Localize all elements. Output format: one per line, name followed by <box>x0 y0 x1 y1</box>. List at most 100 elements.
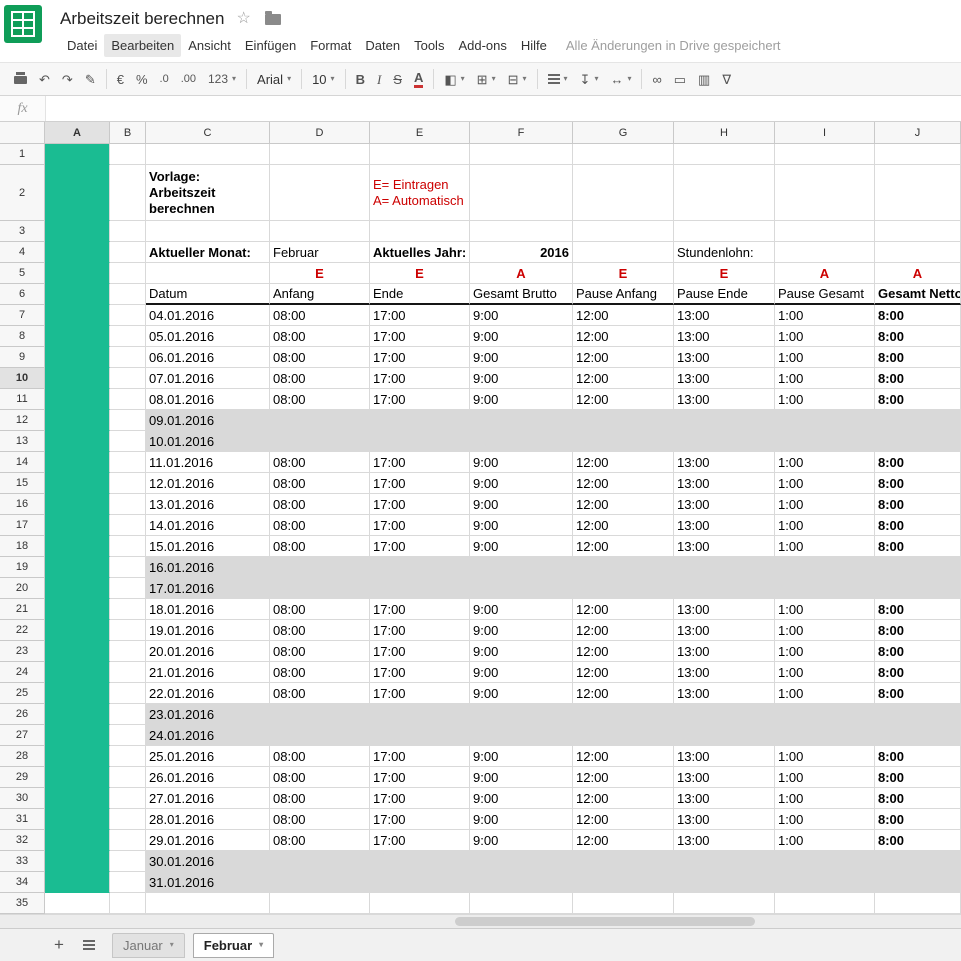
cell-I22[interactable]: 1:00 <box>775 620 875 641</box>
col-header-G[interactable]: G <box>573 122 674 144</box>
cell-J10[interactable]: 8:00 <box>875 368 961 389</box>
cell-J4[interactable] <box>875 242 961 263</box>
cell-D23[interactable]: 08:00 <box>270 641 370 662</box>
cell-F11[interactable]: 9:00 <box>470 389 573 410</box>
cell-J34[interactable] <box>875 872 961 893</box>
cell-C6[interactable]: Datum <box>146 284 270 305</box>
cell-A14[interactable] <box>45 452 110 473</box>
cell-E16[interactable]: 17:00 <box>370 494 470 515</box>
cell-D3[interactable] <box>270 221 370 242</box>
cell-H20[interactable] <box>674 578 775 599</box>
cell-I14[interactable]: 1:00 <box>775 452 875 473</box>
cell-C23[interactable]: 20.01.2016 <box>146 641 270 662</box>
cell-G10[interactable]: 12:00 <box>573 368 674 389</box>
cell-A5[interactable] <box>45 263 110 284</box>
cell-H14[interactable]: 13:00 <box>674 452 775 473</box>
cell-H33[interactable] <box>674 851 775 872</box>
cell-G34[interactable] <box>573 872 674 893</box>
row-header-18[interactable]: 18 <box>0 536 45 557</box>
cell-C15[interactable]: 12.01.2016 <box>146 473 270 494</box>
row-header-28[interactable]: 28 <box>0 746 45 767</box>
row-header-33[interactable]: 33 <box>0 851 45 872</box>
cell-G35[interactable] <box>573 893 674 914</box>
toolbar-italic[interactable]: I <box>371 67 387 91</box>
cell-I25[interactable]: 1:00 <box>775 683 875 704</box>
cell-B8[interactable] <box>110 326 146 347</box>
cell-G32[interactable]: 12:00 <box>573 830 674 851</box>
cell-B4[interactable] <box>110 242 146 263</box>
cell-E26[interactable] <box>370 704 470 725</box>
cell-B29[interactable] <box>110 767 146 788</box>
row-header-3[interactable]: 3 <box>0 221 45 242</box>
cell-I31[interactable]: 1:00 <box>775 809 875 830</box>
cell-C34[interactable]: 31.01.2016 <box>146 872 270 893</box>
cell-E35[interactable] <box>370 893 470 914</box>
add-sheet-button[interactable]: + <box>44 932 74 958</box>
toolbar-insert-comment[interactable]: ▭ <box>668 67 692 91</box>
row-header-31[interactable]: 31 <box>0 809 45 830</box>
row-header-11[interactable]: 11 <box>0 389 45 410</box>
cell-F27[interactable] <box>470 725 573 746</box>
cell-D27[interactable] <box>270 725 370 746</box>
cell-E10[interactable]: 17:00 <box>370 368 470 389</box>
cell-H3[interactable] <box>674 221 775 242</box>
cell-E24[interactable]: 17:00 <box>370 662 470 683</box>
cell-B1[interactable] <box>110 144 146 165</box>
cell-A11[interactable] <box>45 389 110 410</box>
cell-J18[interactable]: 8:00 <box>875 536 961 557</box>
cell-G30[interactable]: 12:00 <box>573 788 674 809</box>
cell-D2[interactable] <box>270 165 370 221</box>
cell-E11[interactable]: 17:00 <box>370 389 470 410</box>
cell-H21[interactable]: 13:00 <box>674 599 775 620</box>
cell-D31[interactable]: 08:00 <box>270 809 370 830</box>
cell-E3[interactable] <box>370 221 470 242</box>
cell-F1[interactable] <box>470 144 573 165</box>
toolbar-strikethrough[interactable]: S <box>387 67 408 91</box>
cell-D32[interactable]: 08:00 <box>270 830 370 851</box>
toolbar-undo[interactable]: ↶ <box>33 67 56 91</box>
menu-addons[interactable]: Add-ons <box>451 34 513 57</box>
sheets-logo-icon[interactable] <box>3 4 43 44</box>
cell-H10[interactable]: 13:00 <box>674 368 775 389</box>
toolbar-redo[interactable]: ↷ <box>56 67 79 91</box>
cell-A9[interactable] <box>45 347 110 368</box>
cell-J31[interactable]: 8:00 <box>875 809 961 830</box>
col-header-H[interactable]: H <box>674 122 775 144</box>
cell-I8[interactable]: 1:00 <box>775 326 875 347</box>
cell-A18[interactable] <box>45 536 110 557</box>
cell-D9[interactable]: 08:00 <box>270 347 370 368</box>
cell-G2[interactable] <box>573 165 674 221</box>
cell-C31[interactable]: 28.01.2016 <box>146 809 270 830</box>
cell-J16[interactable]: 8:00 <box>875 494 961 515</box>
cell-F26[interactable] <box>470 704 573 725</box>
row-header-6[interactable]: 6 <box>0 284 45 305</box>
cell-B3[interactable] <box>110 221 146 242</box>
cell-C14[interactable]: 11.01.2016 <box>146 452 270 473</box>
col-header-I[interactable]: I <box>775 122 875 144</box>
cell-A7[interactable] <box>45 305 110 326</box>
cell-J24[interactable]: 8:00 <box>875 662 961 683</box>
cell-B17[interactable] <box>110 515 146 536</box>
cell-G25[interactable]: 12:00 <box>573 683 674 704</box>
cell-F23[interactable]: 9:00 <box>470 641 573 662</box>
cell-H23[interactable]: 13:00 <box>674 641 775 662</box>
cell-I5[interactable]: A <box>775 263 875 284</box>
row-header-22[interactable]: 22 <box>0 620 45 641</box>
row-header-4[interactable]: 4 <box>0 242 45 263</box>
cell-J6[interactable]: Gesamt Netto <box>875 284 961 305</box>
cell-C30[interactable]: 27.01.2016 <box>146 788 270 809</box>
cell-B10[interactable] <box>110 368 146 389</box>
cell-E18[interactable]: 17:00 <box>370 536 470 557</box>
cell-G27[interactable] <box>573 725 674 746</box>
cell-B5[interactable] <box>110 263 146 284</box>
cell-H2[interactable] <box>674 165 775 221</box>
cell-G6[interactable]: Pause Anfang <box>573 284 674 305</box>
cell-I2[interactable] <box>775 165 875 221</box>
cell-C2[interactable]: Vorlage: Arbeitszeit berechnen <box>146 165 270 221</box>
cell-C17[interactable]: 14.01.2016 <box>146 515 270 536</box>
cell-A27[interactable] <box>45 725 110 746</box>
cell-F25[interactable]: 9:00 <box>470 683 573 704</box>
cell-G23[interactable]: 12:00 <box>573 641 674 662</box>
cell-C8[interactable]: 05.01.2016 <box>146 326 270 347</box>
cell-I9[interactable]: 1:00 <box>775 347 875 368</box>
